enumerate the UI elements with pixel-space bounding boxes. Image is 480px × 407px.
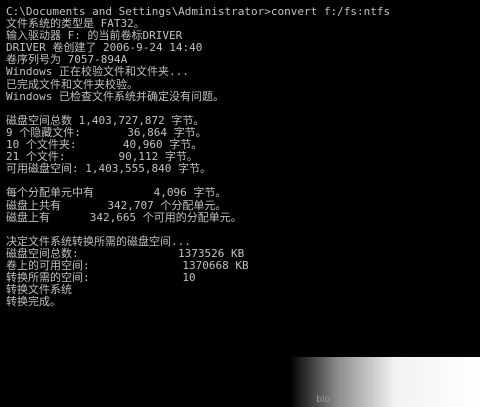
console-line: Windows 已检查文件系统并确定没有问题。 (6, 89, 224, 103)
console-line: 磁盘上共有 342,707 个分配单元。 (6, 198, 227, 212)
console-line: 每个分配单元中有 4,096 字节。 (6, 186, 227, 200)
watermark-overlay: blo (290, 357, 480, 407)
watermark-text: blo (316, 395, 330, 405)
console-line: 转换文件系统 (6, 283, 72, 297)
console-window[interactable]: C:\Documents and Settings\Administrator>… (0, 0, 480, 407)
console-line: 可用磁盘空间: 1,403,555,840 字节。 (6, 162, 211, 176)
console-line: 已完成文件和文件夹校验。 (6, 77, 138, 91)
console-line: 转换所需的空间: 10 (6, 271, 196, 285)
console-line: 磁盘上有 342,665 个可用的分配单元。 (6, 210, 242, 224)
console-line: Windows 正在校验文件和文件夹... (6, 65, 189, 79)
console-line: 转换完成。 (6, 295, 61, 309)
